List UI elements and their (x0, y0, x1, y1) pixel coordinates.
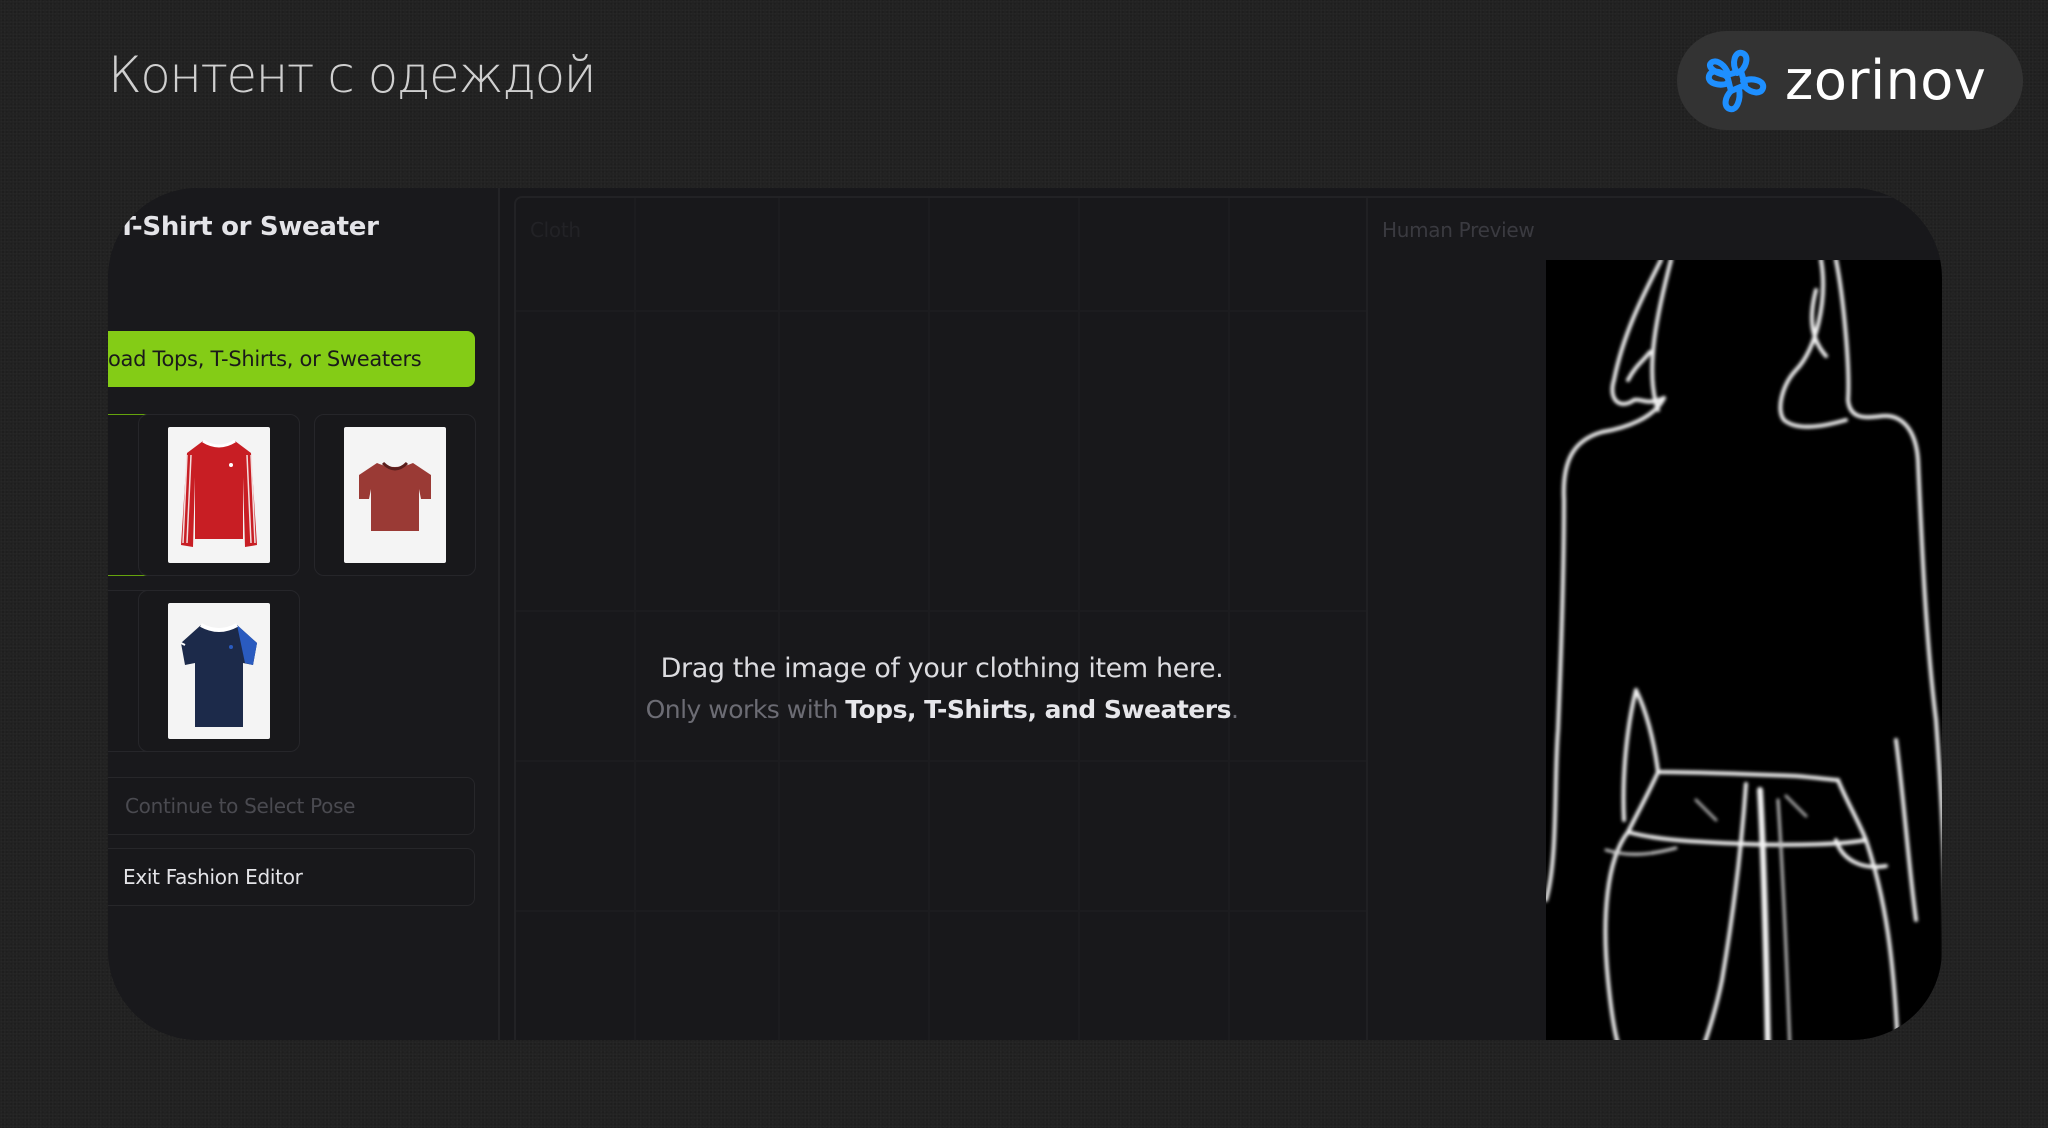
dropzone-secondary-text: Only works with Tops, T-Shirts, and Swea… (516, 688, 1368, 732)
cloth-dropzone[interactable]: Cloth Drag the image of your clothing it… (516, 198, 1368, 1040)
dropzone-primary-text: Drag the image of your clothing item her… (660, 653, 1224, 684)
dropzone-instructions: Drag the image of your clothing item her… (516, 650, 1368, 732)
exit-fashion-editor-button[interactable]: Exit Fashion Editor (108, 848, 475, 906)
cloth-panel-label: Cloth (530, 218, 581, 242)
brand-logo: zorinov (1677, 31, 2023, 130)
human-preview-label: Human Preview (1382, 218, 1535, 242)
maroon-cropped-tee-image (344, 427, 446, 563)
workspace: Cloth Drag the image of your clothing it… (500, 188, 1942, 1040)
supported-types-text: Tops, T-Shirts, and Sweaters (845, 695, 1231, 724)
human-preview-panel: Human Preview (1368, 198, 1942, 1040)
red-long-sleeve-top-image (168, 427, 270, 563)
sidebar: ad T-Shirt or Sweater oad Tops, T-Shirts… (108, 188, 500, 1040)
continue-to-select-pose-button[interactable]: Continue to Select Pose (108, 777, 475, 835)
slide-title: Контент с одеждой (108, 46, 597, 104)
thumbnail-red-long-sleeve-top[interactable] (138, 414, 300, 576)
dropzone-secondary-prefix: Only works with (645, 695, 846, 724)
fashion-editor-window: ad T-Shirt or Sweater oad Tops, T-Shirts… (108, 188, 1942, 1040)
thumbnail-maroon-cropped-tee[interactable] (314, 414, 476, 576)
clover-knot-logo-icon (1705, 49, 1767, 112)
upload-clothing-button[interactable]: oad Tops, T-Shirts, or Sweaters (108, 331, 475, 387)
brand-name: zorinov (1785, 48, 1987, 112)
human-silhouette-image (1546, 260, 1942, 1040)
navy-ringer-tee-image (168, 603, 270, 739)
thumbnail-navy-ringer-tee[interactable] (138, 590, 300, 752)
dropzone-secondary-suffix: . (1230, 695, 1239, 724)
sidebar-heading: ad T-Shirt or Sweater (108, 212, 379, 242)
